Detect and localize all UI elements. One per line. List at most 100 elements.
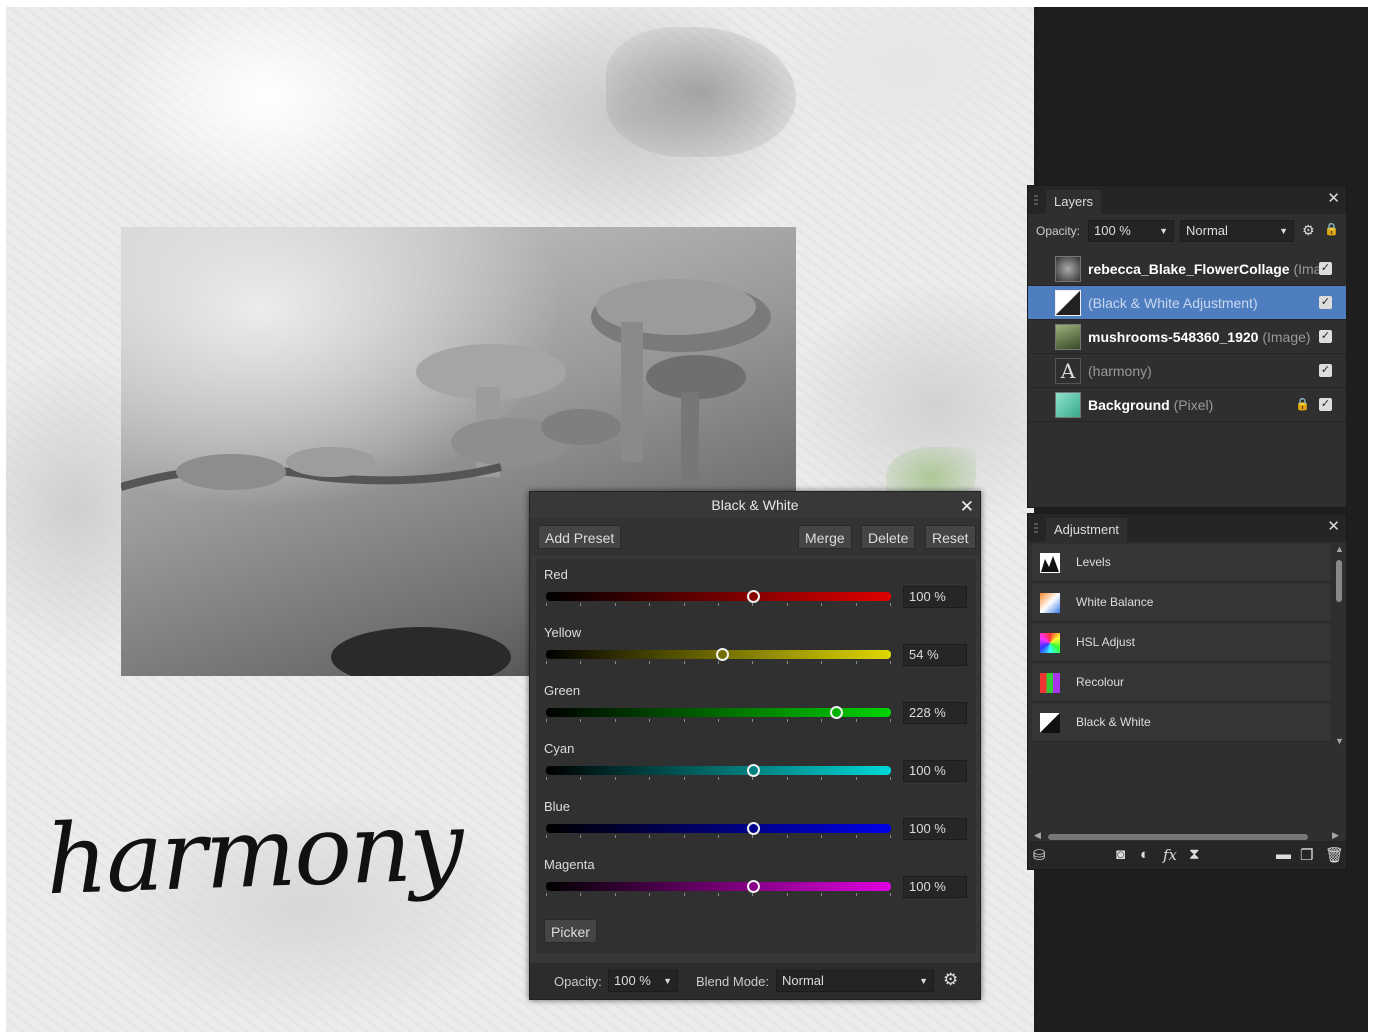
layer-label: mushrooms-548360_1920 (Image) bbox=[1088, 329, 1320, 345]
tick-mark bbox=[718, 835, 719, 838]
slider-ticks bbox=[546, 603, 891, 607]
visibility-checkbox[interactable]: ✓ bbox=[1319, 262, 1332, 275]
scroll-left-icon[interactable]: ◀ bbox=[1034, 830, 1041, 841]
gear-icon[interactable]: ⚙ bbox=[943, 970, 958, 990]
slider-track-blue[interactable] bbox=[546, 824, 891, 833]
tick-mark bbox=[752, 893, 753, 896]
slider-value-cyan[interactable]: 100 % bbox=[903, 760, 967, 782]
slider-knob-blue[interactable] bbox=[747, 822, 760, 835]
adjustment-item-levels[interactable]: Levels bbox=[1032, 544, 1330, 582]
opacity-label: Opacity: bbox=[1036, 224, 1081, 238]
slider-knob-yellow[interactable] bbox=[715, 648, 729, 661]
slider-track-red[interactable] bbox=[546, 592, 891, 601]
blend-mode-value: Normal bbox=[782, 973, 824, 988]
layer-label: rebecca_Blake_FlowerCollage (Ima bbox=[1088, 261, 1320, 277]
trash-icon[interactable]: 🗑 bbox=[1325, 846, 1344, 864]
adjustment-thumbnail bbox=[1055, 290, 1081, 316]
layer-label: (Black & White Adjustment) bbox=[1088, 295, 1320, 311]
lock-icon[interactable]: 🔒 bbox=[1324, 222, 1339, 236]
slider-label-magenta: Magenta bbox=[544, 857, 595, 872]
tab-layers[interactable]: Layers bbox=[1046, 190, 1102, 214]
scroll-up-icon[interactable]: ▲ bbox=[1335, 544, 1344, 554]
lock-icon[interactable]: 🔒 bbox=[1295, 397, 1310, 411]
delete-button[interactable]: Delete bbox=[861, 525, 916, 549]
opacity-label: Opacity: bbox=[554, 974, 602, 989]
adjustment-item-black-white[interactable]: Black & White bbox=[1032, 704, 1330, 742]
slider-knob-magenta[interactable] bbox=[747, 880, 760, 893]
slider-value-magenta[interactable]: 100 % bbox=[903, 876, 967, 898]
slider-knob-green[interactable] bbox=[829, 706, 843, 719]
adjustment-item-white-balance[interactable]: White Balance bbox=[1032, 584, 1330, 622]
opacity-dropdown[interactable]: 100 % ▼ bbox=[608, 970, 678, 992]
layer-type: (Ima bbox=[1293, 261, 1320, 277]
mask-icon[interactable]: ◙ bbox=[1116, 846, 1125, 863]
visibility-checkbox[interactable]: ✓ bbox=[1319, 398, 1332, 411]
slider-value-red[interactable]: 100 % bbox=[903, 586, 967, 608]
slider-knob-cyan[interactable] bbox=[747, 764, 760, 777]
close-icon[interactable]: ✕ bbox=[1327, 517, 1340, 535]
layer-row[interactable]: mushrooms-548360_1920 (Image) ✓ bbox=[1028, 320, 1346, 354]
layer-row[interactable]: rebecca_Blake_FlowerCollage (Ima ✓ bbox=[1028, 252, 1346, 286]
scroll-down-icon[interactable]: ▼ bbox=[1335, 736, 1344, 746]
blend-mode-dropdown[interactable]: Normal ▼ bbox=[1180, 220, 1294, 242]
tick-mark bbox=[615, 719, 616, 722]
tick-mark bbox=[890, 719, 891, 722]
layer-row[interactable]: (Black & White Adjustment) ✓ bbox=[1028, 286, 1346, 320]
adjustment-item-recolour[interactable]: Recolour bbox=[1032, 664, 1330, 702]
slider-knob-red[interactable] bbox=[747, 590, 760, 603]
live-filter-icon[interactable]: ⧗ bbox=[1189, 846, 1200, 863]
slider-track-magenta[interactable] bbox=[546, 882, 891, 891]
layers-stack-icon[interactable]: ⛁ bbox=[1033, 846, 1046, 864]
dialog-title: Black & White bbox=[711, 497, 799, 513]
chevron-down-icon: ▼ bbox=[1159, 226, 1168, 236]
tick-mark bbox=[718, 777, 719, 780]
opacity-dropdown[interactable]: 100 % ▼ bbox=[1088, 220, 1174, 242]
slider-ticks bbox=[546, 661, 891, 665]
layer-row[interactable]: Background (Pixel) 🔒 ✓ bbox=[1028, 388, 1346, 422]
add-layer-icon[interactable]: ❐ bbox=[1300, 846, 1313, 864]
horizontal-scrollbar[interactable] bbox=[1048, 834, 1308, 840]
tick-mark bbox=[546, 661, 547, 664]
visibility-checkbox[interactable]: ✓ bbox=[1319, 296, 1332, 309]
tick-mark bbox=[684, 893, 685, 896]
layer-thumbnail bbox=[1055, 256, 1081, 282]
adjustment-tabbar: Adjustment ✕ bbox=[1028, 514, 1346, 542]
layer-row[interactable]: A (harmony) ✓ bbox=[1028, 354, 1346, 388]
tick-mark bbox=[752, 661, 753, 664]
slider-track-cyan[interactable] bbox=[546, 766, 891, 775]
tick-mark bbox=[718, 893, 719, 896]
scroll-right-icon[interactable]: ▶ bbox=[1332, 830, 1339, 841]
fx-icon[interactable]: fx bbox=[1163, 846, 1177, 864]
panel-grip-icon[interactable] bbox=[1034, 195, 1038, 205]
reset-button[interactable]: Reset bbox=[925, 525, 976, 549]
tick-mark bbox=[856, 893, 857, 896]
slider-value-yellow[interactable]: 54 % bbox=[903, 644, 967, 666]
visibility-checkbox[interactable]: ✓ bbox=[1319, 364, 1332, 377]
folder-icon[interactable]: ▬ bbox=[1276, 846, 1291, 863]
panel-grip-icon[interactable] bbox=[1034, 523, 1038, 533]
picker-button[interactable]: Picker bbox=[544, 919, 597, 943]
tick-mark bbox=[684, 835, 685, 838]
levels-glyph bbox=[1041, 556, 1059, 572]
tab-adjustment[interactable]: Adjustment bbox=[1046, 518, 1128, 542]
blend-mode-dropdown[interactable]: Normal ▼ bbox=[776, 970, 934, 992]
slider-ticks bbox=[546, 777, 891, 781]
dialog-titlebar[interactable]: Black & White ✕ bbox=[530, 492, 980, 518]
close-icon[interactable]: ✕ bbox=[1327, 189, 1340, 207]
close-icon[interactable]: ✕ bbox=[960, 494, 974, 520]
add-preset-button[interactable]: Add Preset bbox=[538, 525, 622, 549]
vertical-scrollbar[interactable] bbox=[1336, 560, 1342, 602]
slider-value-green[interactable]: 228 % bbox=[903, 702, 967, 724]
levels-icon bbox=[1040, 553, 1060, 573]
gear-icon[interactable]: ⚙ bbox=[1302, 222, 1315, 239]
merge-button[interactable]: Merge bbox=[798, 525, 852, 549]
visibility-checkbox[interactable]: ✓ bbox=[1319, 330, 1332, 343]
black-white-icon bbox=[1040, 713, 1060, 733]
adjustment-item-hsl[interactable]: HSL Adjust bbox=[1032, 624, 1330, 662]
tick-mark bbox=[615, 603, 616, 606]
adjustment-icon[interactable]: ◐ bbox=[1140, 846, 1149, 863]
slider-value-blue[interactable]: 100 % bbox=[903, 818, 967, 840]
tick-mark bbox=[821, 893, 822, 896]
tick-mark bbox=[546, 603, 547, 606]
tick-mark bbox=[787, 893, 788, 896]
